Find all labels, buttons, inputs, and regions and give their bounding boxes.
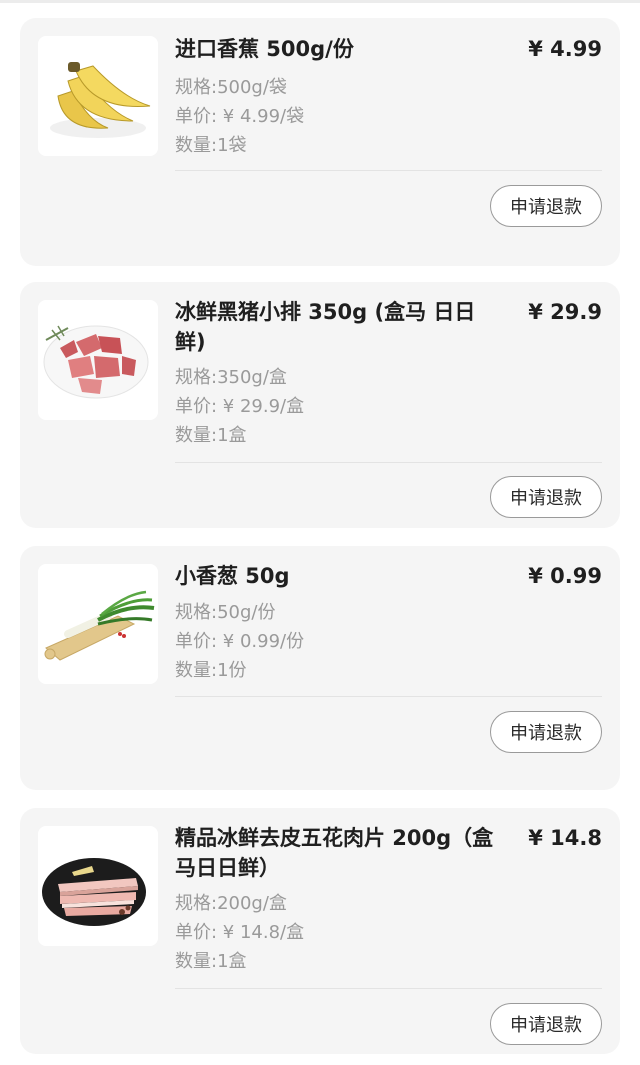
item-spec: 规格:350g/盒	[175, 367, 287, 388]
item-title: 进口香蕉 500g/份	[175, 37, 354, 61]
item-price: ¥ 0.99	[528, 564, 602, 588]
top-divider	[0, 0, 640, 3]
refund-button[interactable]: 申请退款	[490, 1003, 602, 1045]
item-title: 精品冰鲜去皮五花肉片 200g（盒马日日鲜）	[175, 826, 494, 880]
item-quantity: 数量:1盒	[175, 951, 247, 972]
pork-ribs-image[interactable]	[38, 300, 158, 420]
scallion-image[interactable]	[38, 564, 158, 684]
card-divider	[175, 462, 602, 463]
item-price: ¥ 14.8	[528, 826, 602, 850]
item-spec: 规格:500g/袋	[175, 77, 287, 98]
order-item-card: 进口香蕉 500g/份 ¥ 4.99 规格:500g/袋 单价: ¥ 4.99/…	[20, 18, 620, 266]
item-title: 小香葱 50g	[175, 564, 290, 588]
item-unit-price: 单价: ¥ 14.8/盒	[175, 922, 305, 943]
item-quantity: 数量:1份	[175, 660, 247, 681]
item-quantity: 数量:1袋	[175, 135, 247, 156]
item-unit-price: 单价: ¥ 0.99/份	[175, 631, 305, 652]
item-price: ¥ 4.99	[528, 37, 602, 61]
item-spec: 规格:200g/盒	[175, 893, 287, 914]
item-quantity: 数量:1盒	[175, 425, 247, 446]
order-item-card: 精品冰鲜去皮五花肉片 200g（盒马日日鲜） ¥ 14.8 规格:200g/盒 …	[20, 808, 620, 1054]
item-title: 冰鲜黑猪小排 350g (盒马 日日鲜)	[175, 300, 476, 354]
refund-button[interactable]: 申请退款	[490, 711, 602, 753]
refund-button[interactable]: 申请退款	[490, 476, 602, 518]
item-spec: 规格:50g/份	[175, 602, 276, 623]
card-divider	[175, 988, 602, 989]
pork-belly-image[interactable]	[38, 826, 158, 946]
item-unit-price: 单价: ¥ 29.9/盒	[175, 396, 305, 417]
order-item-card: 冰鲜黑猪小排 350g (盒马 日日鲜) ¥ 29.9 规格:350g/盒 单价…	[20, 282, 620, 528]
item-unit-price: 单价: ¥ 4.99/袋	[175, 106, 305, 127]
card-divider	[175, 696, 602, 697]
refund-button[interactable]: 申请退款	[490, 185, 602, 227]
card-divider	[175, 170, 602, 171]
banana-image[interactable]	[38, 36, 158, 156]
order-item-card: 小香葱 50g ¥ 0.99 规格:50g/份 单价: ¥ 0.99/份 数量:…	[20, 546, 620, 790]
item-price: ¥ 29.9	[528, 300, 602, 324]
